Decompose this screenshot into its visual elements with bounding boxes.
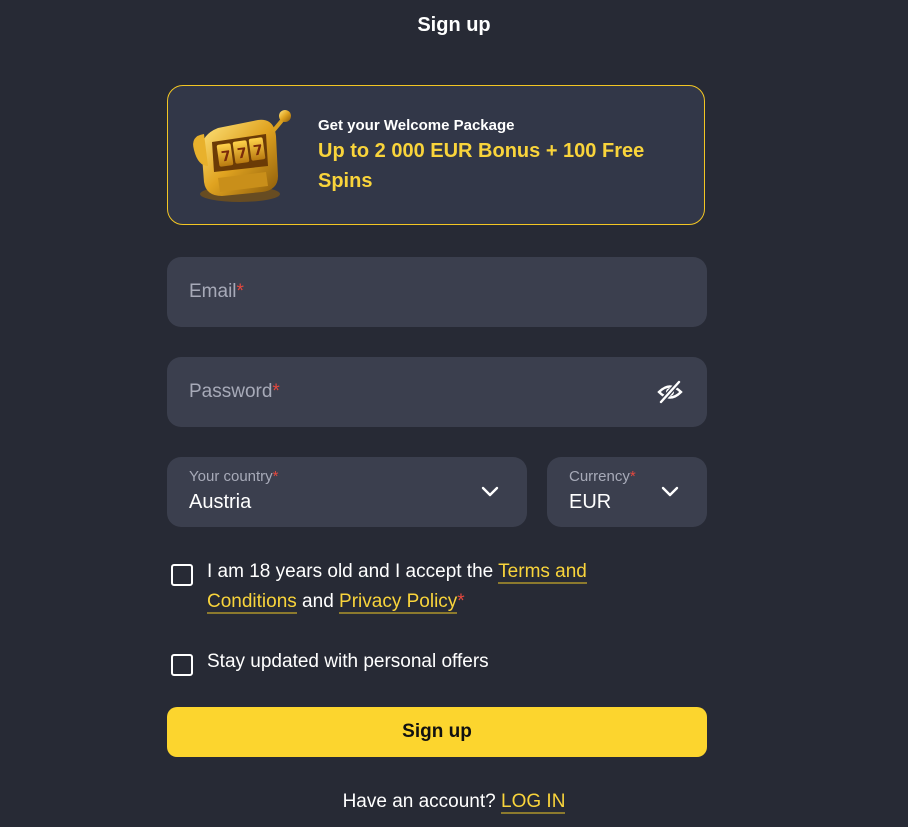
- chevron-down-icon: [480, 482, 500, 502]
- terms-checkbox[interactable]: [171, 564, 193, 586]
- login-prompt: Have an account? LOG IN: [0, 789, 908, 815]
- terms-text: I am 18 years old and I accept the Terms…: [207, 561, 587, 614]
- country-label: Your country*: [189, 468, 279, 485]
- currency-value: EUR: [569, 491, 612, 513]
- welcome-package-banner: 7 7 7 Get your Welcome Package Up to 2 0…: [167, 85, 705, 225]
- email-field[interactable]: Email*: [167, 257, 707, 327]
- promo-headline: Up to 2 000 EUR Bonus + 100 Free Spins: [318, 140, 645, 192]
- chevron-down-icon: [660, 482, 680, 502]
- promo-subtitle: Get your Welcome Package: [318, 117, 515, 134]
- country-select[interactable]: Your country* Austria: [167, 457, 527, 527]
- required-mark: *: [272, 468, 279, 485]
- page-title: Sign up: [417, 14, 491, 36]
- required-mark: *: [629, 468, 636, 485]
- terms-checkbox-row: I am 18 years old and I accept the Terms…: [171, 561, 647, 617]
- currency-select[interactable]: Currency* EUR: [547, 457, 707, 527]
- login-link[interactable]: LOG IN: [501, 791, 566, 814]
- privacy-link[interactable]: Privacy Policy: [339, 591, 458, 614]
- have-account-text: Have an account?: [342, 791, 502, 812]
- country-value: Austria: [189, 491, 252, 513]
- currency-label: Currency*: [569, 468, 636, 485]
- required-mark: *: [457, 591, 465, 612]
- email-input[interactable]: [167, 257, 707, 327]
- offers-label: Stay updated with personal offers: [207, 651, 489, 672]
- slot-machine-icon: 7 7 7: [188, 106, 292, 206]
- promo-text: Get your Welcome Package Up to 2 000 EUR…: [318, 116, 688, 196]
- eye-off-icon[interactable]: [657, 379, 683, 405]
- offers-checkbox-row: Stay updated with personal offers: [171, 651, 489, 677]
- sign-up-button[interactable]: Sign up: [167, 707, 707, 757]
- signup-page: Sign up 7 7 7 Get your Welcome Package U…: [0, 0, 908, 827]
- offers-checkbox[interactable]: [171, 654, 193, 676]
- password-field[interactable]: Password*: [167, 357, 707, 427]
- password-input[interactable]: [167, 357, 707, 427]
